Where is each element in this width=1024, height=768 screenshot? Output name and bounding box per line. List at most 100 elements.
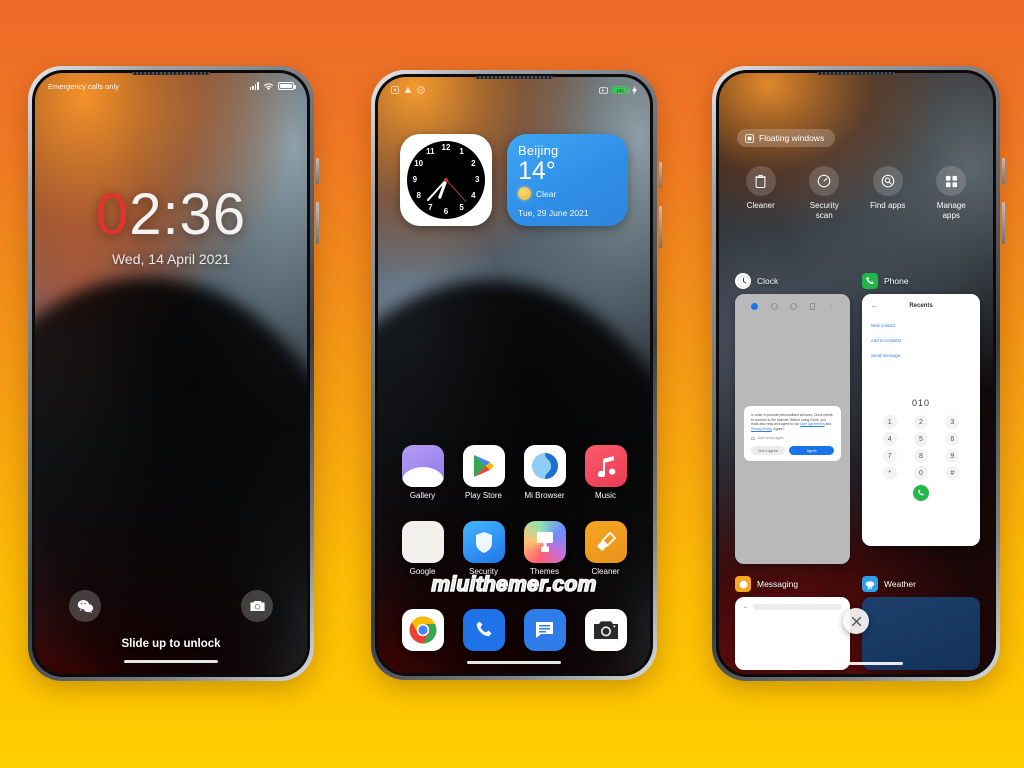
home-indicator[interactable] xyxy=(124,659,218,663)
key-7[interactable]: 7 xyxy=(882,449,897,463)
camera-shortcut-button[interactable] xyxy=(241,590,273,622)
weather-icon xyxy=(862,576,878,592)
lockscreen-statusbar: Emergency calls only xyxy=(35,73,307,99)
key-5[interactable]: 5 xyxy=(913,432,928,446)
key-star[interactable]: * xyxy=(882,466,897,480)
chrome-icon xyxy=(401,609,444,651)
clock-center-pin xyxy=(444,178,448,182)
key-4[interactable]: 4 xyxy=(882,432,897,446)
home-indicator[interactable] xyxy=(467,660,561,664)
quick-action-cleaner[interactable]: Cleaner xyxy=(729,166,793,221)
lockscreen-clock: 02:36 xyxy=(35,181,307,248)
volume-button[interactable] xyxy=(316,202,319,244)
cleaner-brush-icon xyxy=(584,521,627,563)
alarm-status-icon xyxy=(599,86,608,94)
send-message-link[interactable]: Send message xyxy=(871,353,971,358)
wifi-icon xyxy=(263,82,274,90)
clock-widget[interactable]: 12 1 2 3 4 5 6 7 8 9 10 11 xyxy=(400,134,492,226)
power-button[interactable] xyxy=(316,158,319,184)
dock-chrome[interactable] xyxy=(392,609,453,651)
app-music[interactable]: Music xyxy=(575,445,636,500)
floating-windows-button[interactable]: Floating windows xyxy=(737,129,836,147)
messaging-card-preview: ← xyxy=(735,597,850,670)
volume-button[interactable] xyxy=(659,206,662,248)
weather-temperature: 14° xyxy=(518,157,556,185)
weather-card-preview xyxy=(862,597,980,670)
app-google-folder[interactable]: Google xyxy=(392,521,453,576)
user-agreement-link[interactable]: User Agreement xyxy=(800,422,825,426)
agree-button[interactable]: Agree xyxy=(789,446,834,456)
key-2[interactable]: 2 xyxy=(913,415,928,429)
back-arrow-icon[interactable]: ← xyxy=(871,303,878,310)
gallery-icon xyxy=(401,445,444,487)
new-contact-link[interactable]: New contact xyxy=(871,323,971,328)
phone-card-preview: ← Recents New contact Add to contacts Se… xyxy=(862,294,980,546)
app-themes[interactable]: Themes xyxy=(514,521,575,576)
key-3[interactable]: 3 xyxy=(945,415,960,429)
analog-clock-dial: 12 1 2 3 4 5 6 7 8 9 10 11 xyxy=(407,141,485,219)
app-play-store[interactable]: Play Store xyxy=(453,445,514,500)
weather-date: Tue, 29 June 2021 xyxy=(518,208,589,218)
recent-card-weather[interactable]: Weather xyxy=(862,576,980,670)
app-gallery[interactable]: Gallery xyxy=(392,445,453,500)
recent-card-clock[interactable]: Clock ⋮ In order to provide personalised… xyxy=(735,273,850,564)
themes-icon xyxy=(523,521,566,563)
key-8[interactable]: 8 xyxy=(913,449,928,463)
call-button[interactable] xyxy=(913,485,929,501)
quick-action-find-apps[interactable]: Find apps xyxy=(856,166,920,221)
key-9[interactable]: 9 xyxy=(945,449,960,463)
app-mi-browser[interactable]: Mi Browser xyxy=(514,445,575,500)
signal-icon xyxy=(249,82,259,90)
add-to-contacts-link[interactable]: Add to contacts xyxy=(871,338,971,343)
key-0[interactable]: 0 xyxy=(913,466,928,480)
battery-icon: 100 xyxy=(612,86,630,94)
play-store-icon xyxy=(462,445,505,487)
widgets-area: 12 1 2 3 4 5 6 7 8 9 10 11 Beijing 14° C… xyxy=(400,134,628,226)
app-security[interactable]: Security xyxy=(453,521,514,576)
quick-action-security-scan[interactable]: Security scan xyxy=(793,166,857,221)
quick-action-manage-apps[interactable]: Manage apps xyxy=(920,166,984,221)
dialpad[interactable]: 1 2 3 4 5 6 7 8 9 * 0 # xyxy=(874,415,968,480)
dont-show-again-checkbox[interactable]: Don't show again xyxy=(751,436,834,440)
dock-camera[interactable] xyxy=(575,609,636,651)
dock xyxy=(392,609,636,651)
camera-icon xyxy=(584,609,627,651)
second-hand xyxy=(445,179,466,202)
weather-widget[interactable]: Beijing 14° Clear Tue, 29 June 2021 xyxy=(507,134,628,226)
carrier-label: Emergency calls only xyxy=(48,81,119,91)
volume-button[interactable] xyxy=(1002,202,1005,244)
dock-messages[interactable] xyxy=(514,609,575,651)
wechat-shortcut-button[interactable] xyxy=(69,590,101,622)
clock-hour-first: 0 xyxy=(95,182,130,247)
recent-card-phone[interactable]: Phone ← Recents New contact Add to conta… xyxy=(862,273,980,546)
recent-card-messaging[interactable]: Messaging ← xyxy=(735,576,850,670)
music-icon xyxy=(584,445,627,487)
warning-status-icon xyxy=(404,86,412,93)
key-6[interactable]: 6 xyxy=(945,432,960,446)
earpiece-speaker xyxy=(475,76,553,79)
security-shield-icon xyxy=(462,521,505,563)
camera-icon xyxy=(249,601,265,611)
site-watermark: miuithemer.com xyxy=(431,572,598,597)
privacy-policy-link[interactable]: Privacy Policy xyxy=(751,427,772,431)
home-statusbar: · 100 xyxy=(378,77,650,103)
phone-icon xyxy=(462,609,505,651)
dock-phone[interactable] xyxy=(453,609,514,651)
weather-city: Beijing xyxy=(518,143,559,158)
close-all-button[interactable] xyxy=(843,608,869,634)
recents-title: Recents xyxy=(909,303,933,309)
back-arrow-icon[interactable]: ← xyxy=(743,604,749,610)
search-icon xyxy=(872,166,903,196)
dont-agree-button[interactable]: Don't agree xyxy=(751,446,786,456)
clock-dialog-body: In order to provide personalised service… xyxy=(751,413,833,431)
dialed-number: 010 xyxy=(911,398,931,408)
homescreen-screen: · 100 12 1 2 3 4 5 6 7 8 9 10 11 Beijing… xyxy=(378,77,650,673)
power-button[interactable] xyxy=(1002,158,1005,184)
app-cleaner[interactable]: Cleaner xyxy=(575,521,636,576)
floating-window-icon xyxy=(745,133,754,143)
key-hash[interactable]: # xyxy=(945,466,960,480)
key-1[interactable]: 1 xyxy=(882,415,897,429)
home-indicator[interactable] xyxy=(809,661,903,665)
power-button[interactable] xyxy=(659,162,662,188)
phone-device-recents: Floating windows Cleaner Security scan F… xyxy=(712,66,1005,681)
